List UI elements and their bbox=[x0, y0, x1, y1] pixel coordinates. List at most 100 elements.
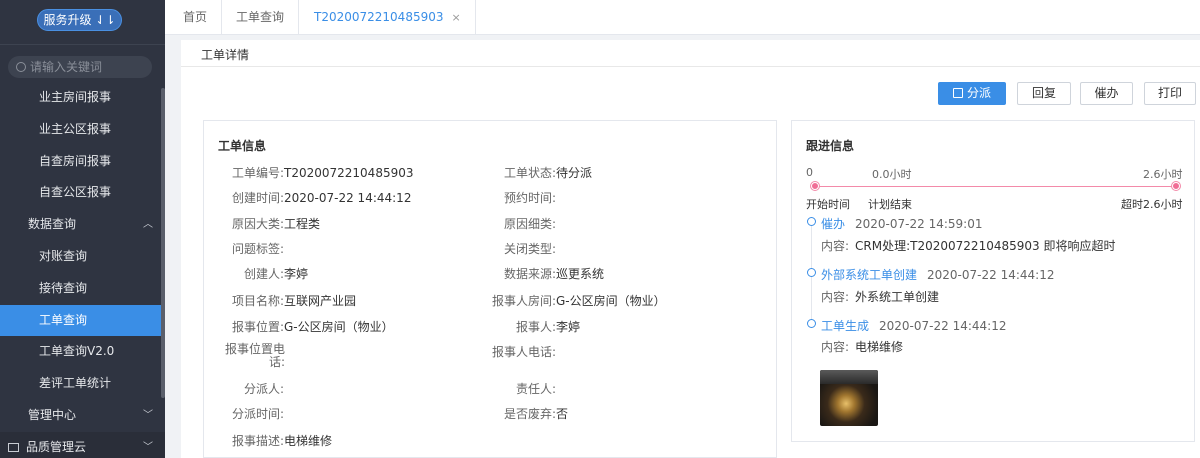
timeline-start-value: 0 bbox=[806, 166, 813, 179]
cloud-app-icon bbox=[8, 442, 19, 452]
field-label: 报事位置: bbox=[231, 320, 284, 334]
field-creator: 创建人:李婷 bbox=[219, 265, 308, 282]
dispatch-button[interactable]: 分派 bbox=[938, 82, 1006, 105]
sidebar-group-quality-cloud[interactable]: 品质管理云 ﹀ bbox=[0, 431, 165, 458]
event-external-create-content: 内容: 外系统工单创建 bbox=[821, 288, 939, 305]
sidebar-item-work-order-query-v2[interactable]: 工单查询V2.0 bbox=[0, 336, 165, 368]
sidebar-item-self-public-report[interactable]: 自查公区报事 bbox=[0, 177, 165, 209]
timeline-mid-value: 0.0小时 bbox=[872, 168, 912, 181]
field-project-name: 项目名称:互联网产业园 bbox=[219, 292, 356, 309]
field-label: 报事人: bbox=[515, 320, 556, 334]
sidebar-group-data-query[interactable]: 数据查询 ︿ bbox=[0, 209, 165, 241]
field-issue-tags: 问题标签: bbox=[219, 240, 284, 257]
field-dispatch-time: 分派时间: bbox=[219, 405, 284, 422]
sidebar-item-reconciliation-query[interactable]: 对账查询 bbox=[0, 241, 165, 273]
event-external-create: 外部系统工单创建 2020-07-22 14:44:12 bbox=[821, 266, 1054, 283]
event-type-label: 催办 bbox=[821, 217, 846, 231]
field-report-location: 报事位置:G-公区房间（物业） bbox=[219, 318, 394, 335]
sidebar-item-reception-query[interactable]: 接待查询 bbox=[0, 273, 165, 305]
timeline-mid-label: 计划结束 bbox=[868, 198, 912, 211]
timeline-end-dot bbox=[1172, 182, 1180, 190]
field-label: 报事人电话: bbox=[491, 345, 556, 359]
timeline-end-label: 超时2.6小时 bbox=[1121, 198, 1183, 211]
tab-label: T2020072210485903 bbox=[314, 10, 444, 24]
reply-button[interactable]: 回复 bbox=[1017, 82, 1071, 105]
field-reason-category: 原因大类:工程类 bbox=[219, 215, 320, 232]
event-content-label: 内容: bbox=[821, 239, 850, 253]
attachment-thumbnail[interactable] bbox=[820, 370, 878, 426]
field-value: T2020072210485903 bbox=[284, 166, 414, 180]
sidebar-item-label: 差评工单统计 bbox=[39, 376, 112, 391]
field-value: 工程类 bbox=[284, 217, 321, 231]
field-label: 分派人: bbox=[243, 382, 284, 396]
field-label: 关闭类型: bbox=[503, 242, 556, 256]
field-appointment-time: 预约时间: bbox=[484, 189, 556, 206]
field-label: 创建人: bbox=[243, 267, 284, 281]
field-label: 问题标签: bbox=[231, 242, 284, 256]
event-dot bbox=[807, 217, 816, 226]
field-report-description: 报事描述:电梯维修 bbox=[219, 432, 332, 449]
event-time: 2020-07-22 14:59:01 bbox=[855, 217, 983, 231]
sidebar-item-label: 自查公区报事 bbox=[39, 185, 112, 200]
field-label: 项目名称: bbox=[231, 294, 284, 308]
timeline-end-value: 2.6小时 bbox=[1143, 168, 1183, 181]
field-data-source: 数据来源:巡更系统 bbox=[484, 265, 604, 282]
field-responsible-person: 责任人: bbox=[484, 380, 556, 397]
sidebar-item-label: 管理中心 bbox=[28, 407, 77, 422]
tab-work-order-query[interactable]: 工单查询 bbox=[222, 0, 300, 35]
sidebar-item-self-room-report[interactable]: 自查房间报事 bbox=[0, 146, 165, 178]
print-button[interactable]: 打印 bbox=[1144, 82, 1196, 105]
sidebar-item-work-order-query[interactable]: 工单查询 bbox=[0, 304, 165, 337]
field-label: 原因细类: bbox=[503, 217, 556, 231]
field-report-location-phone: 报事位置电话: bbox=[225, 343, 285, 369]
field-label: 原因大类: bbox=[231, 217, 284, 231]
close-icon[interactable]: × bbox=[452, 11, 461, 24]
urge-button[interactable]: 催办 bbox=[1080, 82, 1133, 105]
sidebar-item-label: 数据查询 bbox=[28, 217, 77, 232]
tab-home[interactable]: 首页 bbox=[169, 0, 223, 35]
event-time: 2020-07-22 14:44:12 bbox=[927, 268, 1055, 282]
event-time: 2020-07-22 14:44:12 bbox=[879, 319, 1007, 333]
event-content-value: 外系统工单创建 bbox=[855, 290, 940, 304]
field-label: 工单状态: bbox=[503, 166, 556, 180]
sidebar-item-negative-review-stats[interactable]: 差评工单统计 bbox=[0, 368, 165, 400]
field-label: 分派时间: bbox=[231, 407, 284, 421]
sidebar-item-label: 工单查询V2.0 bbox=[39, 344, 115, 359]
timeline-start-label: 开始时间 bbox=[806, 198, 850, 211]
field-value: 2020-07-22 14:44:12 bbox=[284, 191, 412, 205]
event-order-generated: 工单生成 2020-07-22 14:44:12 bbox=[821, 317, 1006, 334]
chevron-down-icon: ﹀ bbox=[143, 441, 153, 453]
tab-work-order-detail[interactable]: T2020072210485903 × bbox=[300, 0, 476, 35]
field-value: G-公区房间（物业） bbox=[556, 294, 666, 308]
field-is-discarded: 是否废弃:否 bbox=[484, 405, 568, 422]
timeline-start-dot bbox=[811, 182, 819, 190]
event-order-generated-content: 内容: 电梯维修 bbox=[821, 338, 903, 355]
tab-bar: 首页 工单查询 T2020072210485903 × bbox=[165, 0, 1200, 35]
field-value: G-公区房间（物业） bbox=[284, 320, 394, 334]
field-label: 报事位置电话: bbox=[225, 342, 286, 369]
service-upgrade-button[interactable]: 服务升级 ⇃⇂ bbox=[37, 9, 122, 31]
event-dot bbox=[807, 268, 816, 277]
sidebar-item-owner-public-report[interactable]: 业主公区报事 bbox=[0, 114, 165, 146]
sidebar-item-owner-room-report[interactable]: 业主房间报事 bbox=[0, 82, 165, 114]
followup-title: 跟进信息 bbox=[806, 139, 855, 153]
tab-label: 首页 bbox=[183, 10, 208, 24]
field-order-number: 工单编号:T2020072210485903 bbox=[219, 164, 414, 181]
field-reason-subcategory: 原因细类: bbox=[484, 215, 556, 232]
event-type-label: 工单生成 bbox=[821, 319, 870, 333]
menu-search-input[interactable]: 请输入关键词 bbox=[8, 56, 152, 78]
dispatch-button-label: 分派 bbox=[966, 86, 991, 100]
chevron-up-icon: ︿ bbox=[143, 219, 153, 231]
timeline-track bbox=[815, 186, 1176, 187]
field-order-status: 工单状态:待分派 bbox=[484, 164, 592, 181]
sidebar-group-management-center[interactable]: 管理中心 ﹀ bbox=[0, 400, 165, 432]
event-content-value: 电梯维修 bbox=[855, 340, 904, 354]
sidebar-scrollbar[interactable] bbox=[161, 88, 165, 398]
org-chart-icon bbox=[952, 88, 963, 98]
page-header: 工单详情 bbox=[181, 40, 1200, 67]
chevron-down-icon: ﹀ bbox=[143, 409, 153, 421]
sidebar-divider bbox=[0, 44, 165, 45]
field-value: 李婷 bbox=[284, 267, 309, 281]
sidebar-item-label: 业主房间报事 bbox=[39, 90, 112, 104]
sidebar-item-label: 工单查询 bbox=[39, 312, 88, 327]
